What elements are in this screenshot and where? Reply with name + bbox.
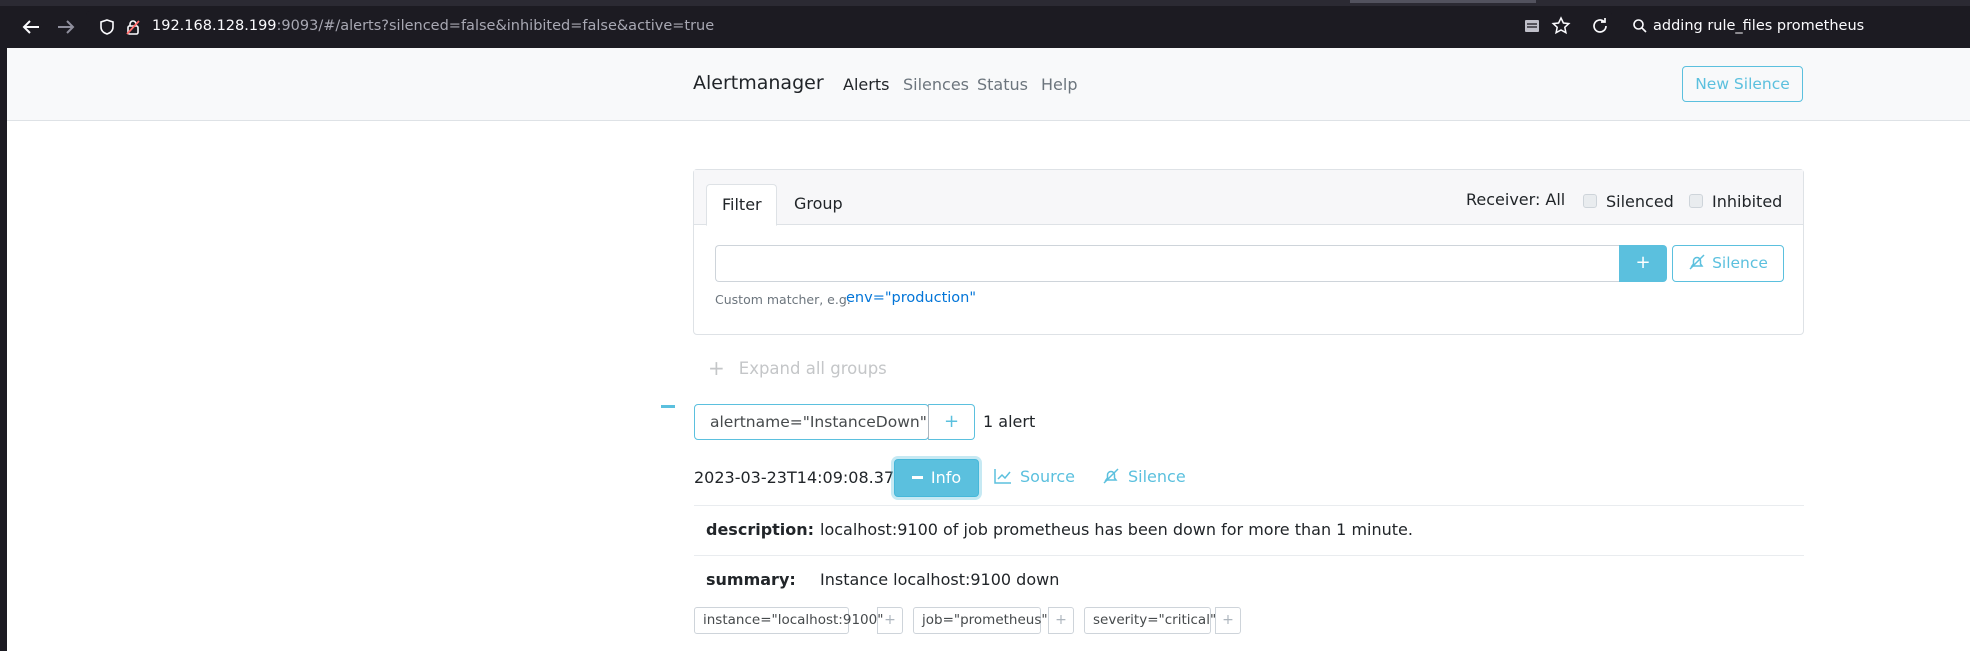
- brand-title[interactable]: Alertmanager: [693, 72, 824, 94]
- label-chip-severity[interactable]: severity="critical": [1084, 607, 1216, 634]
- browser-search-box[interactable]: adding rule_files prometheus: [1622, 11, 1970, 43]
- inhibited-label: Inhibited: [1712, 192, 1783, 211]
- chart-line-icon: [994, 468, 1012, 484]
- app-navbar: Alertmanager Alerts Silences Status Help…: [7, 48, 1970, 121]
- tab-indicator[interactable]: [1350, 0, 1536, 3]
- label-chip-job[interactable]: job="prometheus": [913, 607, 1048, 634]
- silenced-checkbox[interactable]: Silenced: [1583, 192, 1674, 211]
- silenced-label: Silenced: [1606, 192, 1674, 211]
- add-matcher-button[interactable]: +: [1619, 245, 1667, 282]
- nav-alerts[interactable]: Alerts: [843, 75, 889, 94]
- tab-group[interactable]: Group: [779, 184, 858, 226]
- reader-view-icon[interactable]: [1522, 16, 1542, 36]
- forward-arrow-icon[interactable]: [54, 15, 78, 39]
- browser-toolbar: 192.168.128.199:9093/#/alerts?silenced=f…: [0, 0, 1970, 48]
- source-button[interactable]: Source: [994, 467, 1075, 486]
- filter-card: Filter Group Receiver: All Silenced Inhi…: [693, 169, 1804, 335]
- insecure-lock-icon[interactable]: [124, 18, 142, 36]
- new-silence-button[interactable]: New Silence: [1682, 66, 1803, 102]
- url-text[interactable]: 192.168.128.199:9093/#/alerts?silenced=f…: [152, 18, 714, 34]
- table-row: summary: Instance localhost:9100 down: [694, 555, 1804, 605]
- inhibited-checkbox[interactable]: Inhibited: [1689, 192, 1782, 211]
- info-label: Info: [930, 468, 962, 487]
- info-toggle-button[interactable]: Info: [894, 459, 979, 497]
- annotations-table: description: localhost:9100 of job prome…: [694, 505, 1804, 605]
- table-row: description: localhost:9100 of job prome…: [694, 505, 1804, 555]
- silence-icon: [1688, 253, 1706, 271]
- group-add-filter-button[interactable]: +: [928, 404, 975, 440]
- expand-all-groups[interactable]: + Expand all groups: [708, 356, 887, 380]
- alert-count: 1 alert: [983, 412, 1036, 431]
- annotation-value: localhost:9100 of job prometheus has bee…: [820, 520, 1413, 539]
- alert-timestamp: 2023-03-23T14:09:08.373Z: [694, 468, 916, 487]
- plus-icon: +: [708, 356, 725, 380]
- silence-icon: [1102, 467, 1120, 485]
- reload-icon[interactable]: [1590, 16, 1610, 36]
- nav-silences[interactable]: Silences: [903, 75, 969, 94]
- shield-icon[interactable]: [98, 18, 116, 36]
- annotation-value: Instance localhost:9100 down: [820, 570, 1060, 589]
- tab-filter[interactable]: Filter: [706, 184, 777, 226]
- nav-help[interactable]: Help: [1041, 75, 1077, 94]
- checkbox-box[interactable]: [1689, 194, 1703, 208]
- group-label[interactable]: alertname="InstanceDown": [694, 404, 929, 440]
- url-path: :9093/#/alerts?silenced=false&inhibited=…: [276, 18, 715, 34]
- filter-input[interactable]: [715, 245, 1620, 282]
- source-label: Source: [1020, 467, 1075, 486]
- filter-card-header: Filter Group Receiver: All Silenced Inhi…: [694, 170, 1803, 226]
- search-query: adding rule_files prometheus: [1653, 18, 1865, 34]
- alert-silence-label: Silence: [1128, 467, 1186, 486]
- expand-all-label: Expand all groups: [738, 359, 887, 378]
- annotation-key: summary:: [706, 570, 796, 589]
- matcher-example-link[interactable]: env="production": [846, 290, 976, 306]
- nav-status[interactable]: Status: [977, 75, 1028, 94]
- minus-icon: [911, 476, 923, 479]
- label-add-button[interactable]: +: [877, 607, 903, 634]
- label-chip-instance[interactable]: instance="localhost:9100": [694, 607, 883, 634]
- window-edge: [0, 48, 7, 651]
- receiver-select[interactable]: Receiver: All: [1466, 190, 1565, 209]
- bookmark-star-icon[interactable]: [1551, 16, 1571, 36]
- search-icon: [1632, 18, 1648, 34]
- silence-filter-button[interactable]: Silence: [1672, 245, 1784, 282]
- alert-silence-button[interactable]: Silence: [1102, 467, 1186, 486]
- annotation-key: description:: [706, 520, 815, 539]
- matcher-hint: Custom matcher, e.g.: [715, 292, 851, 307]
- label-add-button[interactable]: +: [1048, 607, 1074, 634]
- silence-filter-label: Silence: [1712, 254, 1768, 272]
- checkbox-box[interactable]: [1583, 194, 1597, 208]
- tab-strip: [0, 0, 1970, 6]
- url-host: 192.168.128.199: [152, 18, 277, 34]
- back-arrow-icon[interactable]: [19, 15, 43, 39]
- url-bar[interactable]: 192.168.128.199:9093/#/alerts?silenced=f…: [86, 11, 1612, 43]
- collapse-group-icon[interactable]: [661, 405, 675, 408]
- label-add-button[interactable]: +: [1215, 607, 1241, 634]
